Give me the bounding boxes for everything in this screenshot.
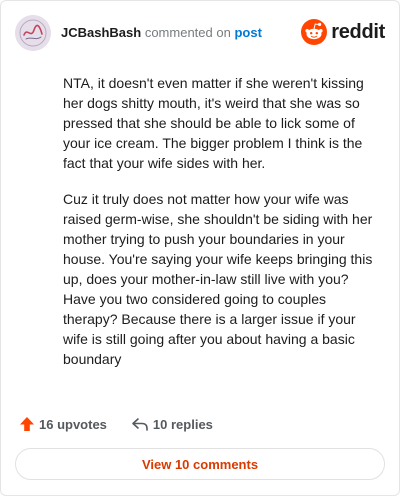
reddit-brand[interactable]: reddit	[301, 18, 385, 46]
post-link[interactable]: post	[234, 25, 261, 40]
comment-paragraph: Cuz it truly does not matter how your wi…	[63, 191, 373, 367]
reply-arrow-icon	[132, 418, 148, 431]
comment-body: NTA, it doesn't even matter if she weren…	[63, 73, 381, 385]
reply-count: 10 replies	[152, 416, 213, 432]
comment-header: JCBashBash commented on post reddit	[15, 15, 387, 55]
avatar[interactable]	[15, 15, 51, 51]
upvote-arrow-icon	[20, 417, 34, 431]
comment-paragraph: NTA, it doesn't even matter if she weren…	[63, 75, 364, 171]
reddit-wordmark: reddit	[331, 20, 385, 43]
byline: JCBashBash commented on post	[61, 25, 262, 41]
reddit-logo-icon	[301, 19, 328, 45]
reply-button[interactable]: 10 replies	[131, 416, 213, 432]
comment-actions: 16 upvotes 10 replies	[19, 413, 237, 435]
upvote-count: 16 upvotes	[39, 416, 107, 432]
commented-on-text: commented on	[144, 25, 231, 40]
avatar-icon	[15, 15, 51, 51]
comment-card: JCBashBash commented on post reddit NTA,…	[0, 0, 400, 496]
username-link[interactable]: JCBashBash	[61, 25, 141, 40]
upvote-button[interactable]: 16 upvotes	[19, 416, 107, 432]
view-comments-button[interactable]: View 10 comments	[15, 448, 385, 480]
